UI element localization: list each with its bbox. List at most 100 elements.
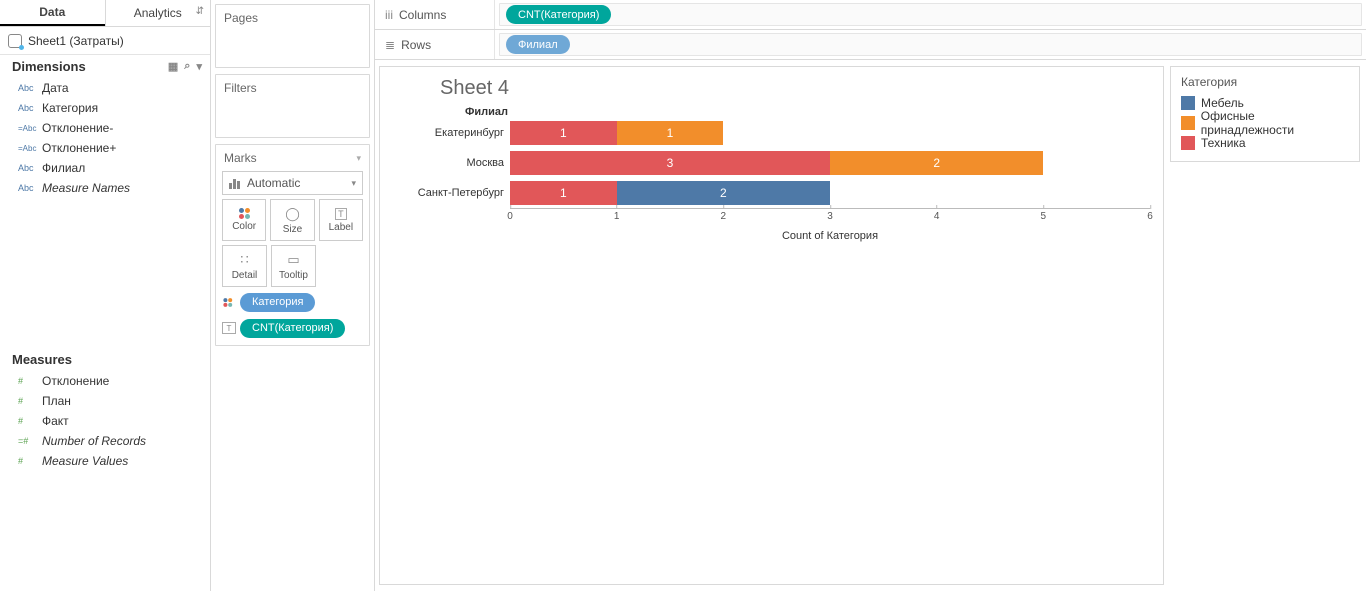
field-name: Отклонение — [42, 374, 109, 388]
field-type-icon: # — [18, 376, 36, 386]
field-отклонение+[interactable]: =Abc Отклонение+ — [0, 138, 210, 158]
datasource-row[interactable]: Sheet1 (Затраты) — [0, 27, 210, 55]
field-name: Отклонение- — [42, 121, 113, 135]
field-name: Measure Values — [42, 454, 128, 468]
chevron-down-icon: ▾ — [351, 178, 356, 189]
marks-size-button[interactable]: ◯ Size — [270, 199, 314, 241]
datasource-name: Sheet1 (Затраты) — [28, 34, 124, 48]
x-axis: 0123456 — [510, 208, 1150, 228]
menu-icon[interactable]: ▾ — [196, 60, 202, 73]
field-name: Measure Names — [42, 181, 130, 195]
bar-segment[interactable]: 1 — [510, 181, 617, 205]
bar-row: 11 — [510, 118, 1150, 148]
filters-title: Filters — [216, 75, 369, 101]
marks-label-button[interactable]: T Label — [319, 199, 363, 241]
field-план[interactable]: # План — [0, 391, 210, 411]
mark-type-select[interactable]: Automatic ▾ — [222, 171, 363, 195]
field-type-icon: Abc — [18, 183, 36, 193]
label-icon: T — [222, 322, 236, 334]
columns-shelf-label: iii Columns — [375, 0, 495, 29]
legend-swatch — [1181, 116, 1195, 130]
x-tick-label: 3 — [827, 209, 833, 222]
x-tick-label: 5 — [1041, 209, 1047, 222]
columns-shelf-slot[interactable]: CNT(Категория) — [499, 3, 1362, 26]
bar-segment[interactable]: 2 — [830, 151, 1043, 175]
dimensions-header: Dimensions ▦ ⌕ ▾ — [0, 55, 210, 78]
datasource-icon — [8, 34, 22, 48]
bar-chart-icon — [229, 177, 241, 189]
sort-icon: ⇵ — [196, 6, 204, 17]
marks-detail-label: Detail — [232, 270, 258, 281]
field-measure-values[interactable]: #Measure Values — [0, 451, 210, 471]
measures-title: Measures — [12, 352, 72, 367]
field-measure-names[interactable]: Abc Measure Names — [0, 178, 210, 198]
marks-title: Marks — [224, 151, 257, 165]
field-name: Отклонение+ — [42, 141, 116, 155]
columns-shelf: iii Columns CNT(Категория) — [375, 0, 1366, 30]
x-tick-label: 4 — [934, 209, 940, 222]
legend-label: Техника — [1201, 136, 1246, 150]
field-type-icon: # — [18, 416, 36, 426]
field-number-of-records[interactable]: =# Number of Records — [0, 431, 210, 451]
marks-color-button[interactable]: Color — [222, 199, 266, 241]
legend-swatch — [1181, 96, 1195, 110]
rows-shelf-slot[interactable]: Филиал — [499, 33, 1362, 56]
legend-item[interactable]: Офисные принадлежности — [1181, 113, 1349, 133]
marks-label-label: Label — [329, 222, 353, 233]
x-tick-label: 6 — [1147, 209, 1153, 222]
bar-segment[interactable]: 1 — [617, 121, 724, 145]
field-факт[interactable]: #Факт — [0, 411, 210, 431]
field-отклонение-[interactable]: =Abc Отклонение- — [0, 118, 210, 138]
tab-data[interactable]: Data — [0, 0, 105, 26]
pill-color-category[interactable]: Категория — [240, 293, 315, 312]
legend-label: Офисные принадлежности — [1201, 109, 1349, 137]
detail-icon: ∷ — [240, 252, 248, 268]
pages-card[interactable]: Pages — [215, 4, 370, 68]
field-name: План — [42, 394, 71, 408]
field-отклонение[interactable]: # Отклонение — [0, 371, 210, 391]
field-дата[interactable]: AbcДата — [0, 78, 210, 98]
pill-rows-branch[interactable]: Филиал — [506, 35, 570, 54]
search-icon[interactable]: ⌕ — [184, 60, 190, 73]
data-panel: Data Analytics ⇵ Sheet1 (Затраты) Dimens… — [0, 0, 211, 591]
marks-tooltip-button[interactable]: ▭ Tooltip — [271, 245, 316, 287]
bar-segment[interactable]: 3 — [510, 151, 830, 175]
y-tick-label: Екатеринбург — [392, 118, 510, 148]
bar-row: 32 — [510, 148, 1150, 178]
x-tick-label: 2 — [721, 209, 727, 222]
sheet-title[interactable]: Sheet 4 — [440, 77, 1151, 100]
field-type-icon: =Abc — [18, 124, 36, 133]
mark-type-label: Automatic — [247, 176, 300, 190]
view-grid-icon[interactable]: ▦ — [168, 60, 178, 73]
pill-columns-cnt-category[interactable]: CNT(Категория) — [506, 5, 611, 24]
marks-detail-button[interactable]: ∷ Detail — [222, 245, 267, 287]
field-филиал[interactable]: AbcФилиал — [0, 158, 210, 178]
field-name: Number of Records — [42, 434, 146, 448]
color-legend[interactable]: Категория МебельОфисные принадлежностиТе… — [1170, 66, 1360, 162]
marks-card: Marks ▾ Automatic ▾ Color ◯ Size T — [215, 144, 370, 346]
marks-color-pill-row: Категория — [222, 291, 363, 313]
field-type-icon: =Abc — [18, 144, 36, 153]
chart: ЕкатеринбургМоскваСанкт-Петербург 113212 — [392, 118, 1151, 208]
bar-segment[interactable]: 2 — [617, 181, 830, 205]
chevron-down-icon[interactable]: ▾ — [356, 153, 361, 164]
field-категория[interactable]: AbcКатегория — [0, 98, 210, 118]
dimensions-tools: ▦ ⌕ ▾ — [168, 60, 202, 73]
marks-size-label: Size — [283, 224, 302, 235]
legend-title: Категория — [1181, 75, 1349, 89]
label-icon: T — [335, 208, 347, 220]
field-type-icon: Abc — [18, 103, 36, 113]
bar-segment[interactable]: 1 — [510, 121, 617, 145]
viz-canvas[interactable]: Sheet 4 Филиал ЕкатеринбургМоскваСанкт-П… — [379, 66, 1164, 585]
filters-card[interactable]: Filters — [215, 74, 370, 138]
columns-icon: iii — [385, 8, 393, 22]
tab-analytics[interactable]: Analytics ⇵ — [105, 0, 211, 26]
legend-swatch — [1181, 136, 1195, 150]
y-tick-label: Москва — [392, 148, 510, 178]
pill-label-cnt-category[interactable]: CNT(Категория) — [240, 319, 345, 338]
field-type-icon: =# — [18, 436, 36, 446]
field-type-icon: Abc — [18, 83, 36, 93]
field-type-icon: # — [18, 396, 36, 406]
pages-title: Pages — [216, 5, 369, 31]
marks-tooltip-label: Tooltip — [279, 270, 308, 281]
